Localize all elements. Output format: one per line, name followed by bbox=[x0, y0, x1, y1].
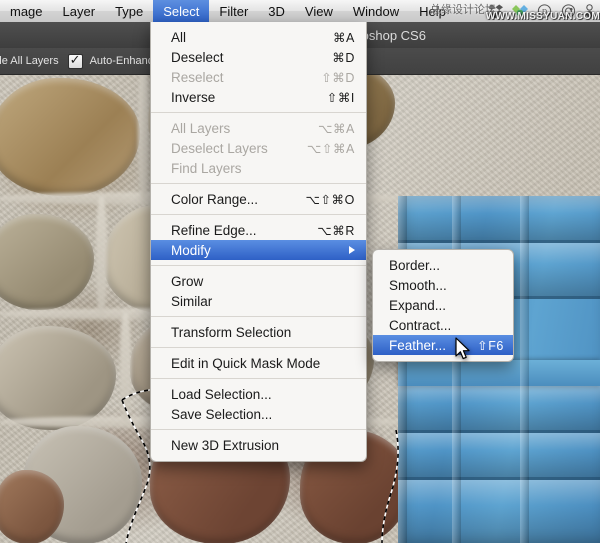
menubar-label: Help bbox=[419, 4, 446, 19]
menu-item-label: All bbox=[171, 30, 186, 45]
menubar-label: Type bbox=[115, 4, 143, 19]
menubar-status-area[interactable]: D bbox=[488, 0, 600, 22]
menubar-item-window[interactable]: Window bbox=[343, 0, 409, 22]
menubar-label: Window bbox=[353, 4, 399, 19]
menubar-item-select[interactable]: Select bbox=[153, 0, 209, 22]
menu-item-shortcut: ⌥⌘R bbox=[299, 223, 355, 238]
menubar-item-help[interactable]: Help bbox=[409, 0, 456, 22]
menu-item-shortcut: ⌥⇧⌘A bbox=[289, 141, 355, 156]
menubar-label: Select bbox=[163, 4, 199, 19]
display-icon[interactable]: D bbox=[537, 4, 552, 18]
menu-item-shortcut: ⇧⌘D bbox=[303, 70, 355, 85]
submenu-item-expand[interactable]: Expand... bbox=[373, 295, 513, 315]
menubar-label: 3D bbox=[268, 4, 285, 19]
submenu-item-label: Feather... bbox=[389, 338, 446, 353]
auto-enhance-label: Auto-Enhance bbox=[90, 55, 160, 67]
menu-item-new-3d-extrusion[interactable]: New 3D Extrusion bbox=[151, 435, 366, 455]
menubar-label: Filter bbox=[219, 4, 248, 19]
submenu-item-label: Expand... bbox=[389, 298, 446, 313]
submenu-item-smooth[interactable]: Smooth... bbox=[373, 275, 513, 295]
battery-icon[interactable] bbox=[585, 4, 594, 19]
menubar-item-filter[interactable]: Filter bbox=[209, 0, 258, 22]
menu-item-shortcut: ⌘A bbox=[315, 30, 355, 45]
menu-item-deselect[interactable]: Deselect ⌘D bbox=[151, 47, 366, 67]
menu-item-inverse[interactable]: Inverse ⇧⌘I bbox=[151, 87, 366, 107]
submenu-item-label: Border... bbox=[389, 258, 440, 273]
menu-item-deselect-layers: Deselect Layers ⌥⇧⌘A bbox=[151, 138, 366, 158]
menu-item-label: Deselect bbox=[171, 50, 224, 65]
menu-item-label: Modify bbox=[171, 243, 211, 258]
menu-item-shortcut: ⌘D bbox=[314, 50, 355, 65]
menu-item-shortcut: ⌥⌘A bbox=[300, 121, 355, 136]
menu-separator bbox=[151, 429, 366, 430]
submenu-arrow-icon bbox=[349, 246, 355, 254]
menu-item-label: Inverse bbox=[171, 90, 215, 105]
mortar-line bbox=[120, 312, 131, 422]
menu-item-grow[interactable]: Grow bbox=[151, 271, 366, 291]
mac-menu-bar[interactable]: mage Layer Type Select Filter 3D View Wi… bbox=[0, 0, 600, 23]
menubar-item-3d[interactable]: 3D bbox=[258, 0, 295, 22]
menu-item-reselect: Reselect ⇧⌘D bbox=[151, 67, 366, 87]
menu-item-label: All Layers bbox=[171, 121, 230, 136]
menu-separator bbox=[151, 214, 366, 215]
submenu-item-shortcut: ⇧F6 bbox=[459, 338, 504, 353]
sample-all-layers-label: mple All Layers bbox=[0, 55, 59, 67]
bluetooth-icon[interactable] bbox=[561, 4, 576, 18]
menu-item-refine-edge[interactable]: Refine Edge... ⌥⌘R bbox=[151, 220, 366, 240]
menu-item-transform-selection[interactable]: Transform Selection bbox=[151, 322, 366, 342]
menubar-item-layer[interactable]: Layer bbox=[53, 0, 106, 22]
menu-item-label: Transform Selection bbox=[171, 325, 291, 340]
menu-separator bbox=[151, 112, 366, 113]
menu-item-save-selection[interactable]: Save Selection... bbox=[151, 404, 366, 424]
menu-item-all[interactable]: All ⌘A bbox=[151, 27, 366, 47]
menu-item-label: Reselect bbox=[171, 70, 224, 85]
menubar-label: Layer bbox=[63, 4, 96, 19]
menubar-item-image[interactable]: mage bbox=[0, 0, 53, 22]
menu-item-label: Similar bbox=[171, 294, 212, 309]
submenu-item-contract[interactable]: Contract... bbox=[373, 315, 513, 335]
menu-item-find-layers: Find Layers bbox=[151, 158, 366, 178]
photoshop-window: mage Layer Type Select Filter 3D View Wi… bbox=[0, 0, 600, 543]
auto-enhance-checkbox[interactable]: ✓ bbox=[68, 54, 83, 69]
mortar-line bbox=[138, 60, 149, 200]
menu-item-label: Color Range... bbox=[171, 192, 258, 207]
dropbox-icon[interactable] bbox=[488, 4, 503, 18]
menu-item-load-selection[interactable]: Load Selection... bbox=[151, 384, 366, 404]
submenu-item-label: Smooth... bbox=[389, 278, 447, 293]
menu-item-color-range[interactable]: Color Range... ⌥⇧⌘O bbox=[151, 189, 366, 209]
submenu-item-feather[interactable]: Feather... ⇧F6 bbox=[373, 335, 513, 355]
submenu-item-border[interactable]: Border... bbox=[373, 255, 513, 275]
menu-item-edit-in-quick-mask-mode[interactable]: Edit in Quick Mask Mode bbox=[151, 353, 366, 373]
menu-separator bbox=[151, 378, 366, 379]
menu-item-shortcut: ⌥⇧⌘O bbox=[287, 192, 355, 207]
menu-separator bbox=[151, 265, 366, 266]
menubar-item-type[interactable]: Type bbox=[105, 0, 153, 22]
menubar-label: mage bbox=[10, 4, 43, 19]
menu-item-label: Load Selection... bbox=[171, 387, 272, 402]
mortar-line bbox=[96, 196, 107, 316]
menu-item-label: Grow bbox=[171, 274, 203, 289]
menu-separator bbox=[151, 183, 366, 184]
svg-text:D: D bbox=[542, 8, 547, 16]
submenu-item-label: Contract... bbox=[389, 318, 451, 333]
menu-item-all-layers: All Layers ⌥⌘A bbox=[151, 118, 366, 138]
menu-separator bbox=[151, 347, 366, 348]
modify-submenu[interactable]: Border... Smooth... Expand... Contract..… bbox=[372, 249, 514, 362]
menu-item-similar[interactable]: Similar bbox=[151, 291, 366, 311]
screencapture-icon[interactable] bbox=[512, 4, 528, 18]
menu-item-label: Find Layers bbox=[171, 161, 242, 176]
menu-item-label: Save Selection... bbox=[171, 407, 272, 422]
menubar-label: View bbox=[305, 4, 333, 19]
menu-item-label: Deselect Layers bbox=[171, 141, 268, 156]
menu-item-label: New 3D Extrusion bbox=[171, 438, 279, 453]
menu-item-label: Edit in Quick Mask Mode bbox=[171, 356, 320, 371]
checkmark-icon: ✓ bbox=[70, 53, 81, 66]
menubar-item-view[interactable]: View bbox=[295, 0, 343, 22]
select-dropdown-menu[interactable]: All ⌘A Deselect ⌘D Reselect ⇧⌘D Inverse … bbox=[150, 22, 367, 462]
menu-separator bbox=[151, 316, 366, 317]
menu-item-label: Refine Edge... bbox=[171, 223, 257, 238]
menu-item-modify[interactable]: Modify bbox=[151, 240, 366, 260]
menu-item-shortcut: ⇧⌘I bbox=[309, 90, 355, 105]
